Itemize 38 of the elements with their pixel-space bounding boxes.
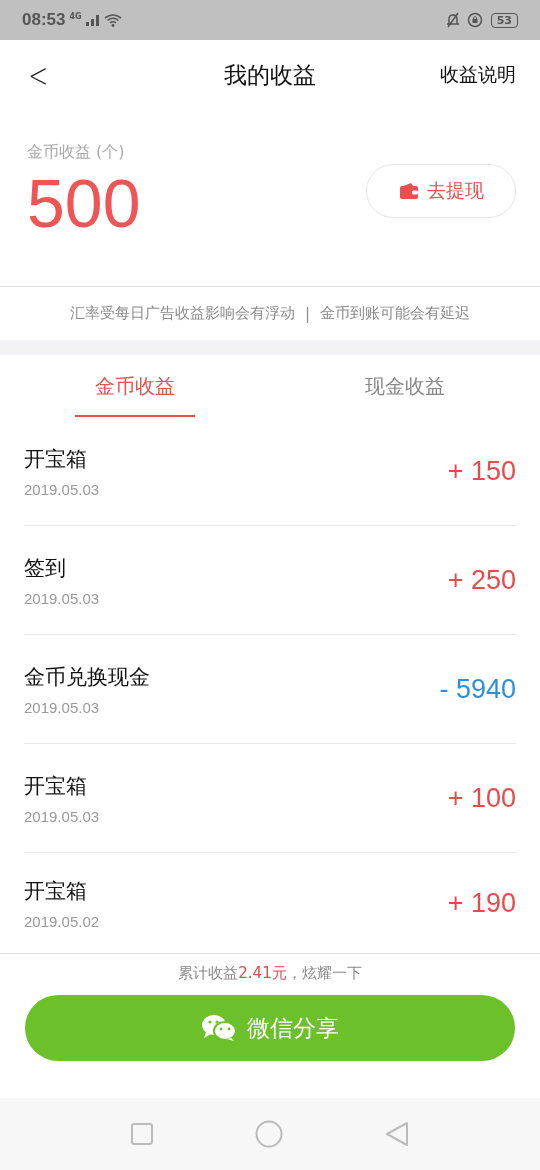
earnings-tab[interactable]: 现金收益	[270, 355, 540, 417]
chat-bubbles-icon	[201, 1014, 237, 1042]
back-icon[interactable]	[385, 1121, 409, 1147]
network-label: 4G	[69, 12, 82, 21]
wifi-icon	[103, 13, 122, 27]
back-button[interactable]: <	[28, 55, 49, 95]
rotation-lock-icon	[466, 12, 483, 28]
earnings-info-link[interactable]: 收益说明	[440, 62, 516, 88]
wechat-share-button[interactable]: 微信分享	[25, 995, 515, 1061]
home-icon[interactable]	[255, 1120, 283, 1148]
status-time: 08:53	[22, 10, 66, 30]
notice-text: 汇率受每日广告收益影响会有浮动	[69, 304, 295, 323]
record-date: 2019.05.03	[24, 589, 100, 607]
record-date: 2019.05.03	[24, 807, 100, 825]
record-amount: + 190	[447, 887, 516, 919]
signal-icon	[85, 14, 100, 26]
coin-earnings-label: 金币收益 (个)	[27, 141, 126, 163]
battery-indicator: 53	[490, 12, 518, 28]
record-title: 签到	[24, 554, 67, 582]
record-amount: + 150	[447, 455, 516, 487]
record-title: 金币兑换现金	[24, 663, 150, 691]
record-title: 开宝箱	[24, 445, 88, 473]
recent-apps-icon[interactable]	[131, 1123, 153, 1145]
notice-separator: |	[304, 304, 311, 323]
wallet-icon	[398, 182, 419, 200]
page-title: 我的收益	[224, 60, 316, 90]
record-title: 开宝箱	[24, 877, 88, 905]
total-earnings-text: 累计收益2.41元，炫耀一下	[178, 964, 362, 983]
record-date: 2019.05.03	[24, 698, 101, 716]
notice-text: 金币到账可能会有延迟	[320, 304, 471, 323]
record-amount: + 100	[447, 782, 516, 814]
earnings-tab[interactable]: 金币收益	[0, 355, 270, 417]
record-date: 2019.05.03	[24, 480, 100, 498]
coin-amount: 500	[27, 168, 141, 237]
record-date: 2019.05.02	[24, 912, 100, 930]
record-amount: + 250	[447, 564, 516, 596]
record-title: 开宝箱	[24, 772, 88, 800]
record-amount: - 5940	[439, 673, 516, 705]
